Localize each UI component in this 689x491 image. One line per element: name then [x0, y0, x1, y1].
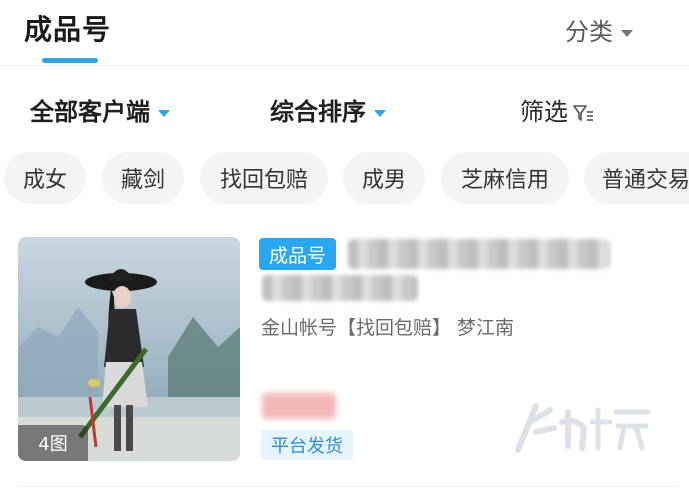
chip-cang-jian[interactable]: 藏剑: [102, 152, 184, 204]
chip-cheng-nv[interactable]: 成女: [4, 152, 86, 204]
list-divider: [18, 486, 678, 487]
product-type-badge: 成品号: [259, 238, 337, 270]
top-header: 成品号 分类: [0, 0, 689, 66]
filter-bar: 全部客户端 综合排序 筛选: [0, 88, 689, 132]
filter-funnel-icon: [573, 105, 593, 121]
caret-down-icon: [621, 29, 633, 37]
category-dropdown[interactable]: 分类: [565, 12, 633, 47]
caret-down-icon: [374, 109, 386, 117]
chip-cheng-nan[interactable]: 成男: [343, 152, 425, 204]
listing-thumbnail[interactable]: 4图: [18, 237, 240, 461]
filter-label: 筛选: [520, 98, 568, 126]
filter-button[interactable]: 筛选: [520, 92, 594, 127]
active-tab-indicator: [42, 58, 98, 63]
brand-watermark-logo: [515, 403, 651, 453]
blurred-title-line-1: [348, 239, 610, 269]
category-label: 分类: [565, 18, 613, 46]
blurred-price: [262, 393, 336, 419]
chip-zhao-hui-bao-pei[interactable]: 找回包赔: [200, 152, 328, 204]
listing-subtitle: 金山帐号【找回包赔】 梦江南: [261, 317, 515, 339]
image-count-badge: 4图: [18, 425, 88, 461]
page-title[interactable]: 成品号: [24, 8, 111, 48]
chip-zhi-ma-xin-yong[interactable]: 芝麻信用: [441, 152, 569, 204]
client-filter-label: 全部客户端: [30, 98, 150, 126]
delivery-tag: 平台发货: [261, 430, 353, 460]
quick-tag-chips: 成女 藏剑 找回包赔 成男 芝麻信用 普通交易: [0, 152, 689, 206]
client-filter-dropdown[interactable]: 全部客户端: [30, 92, 170, 127]
chip-pu-tong-jiao-yi[interactable]: 普通交易: [584, 152, 689, 204]
caret-down-icon: [158, 109, 170, 117]
sort-dropdown[interactable]: 综合排序: [270, 92, 386, 127]
blurred-title-line-2: [262, 275, 418, 301]
sort-label: 综合排序: [270, 98, 366, 126]
